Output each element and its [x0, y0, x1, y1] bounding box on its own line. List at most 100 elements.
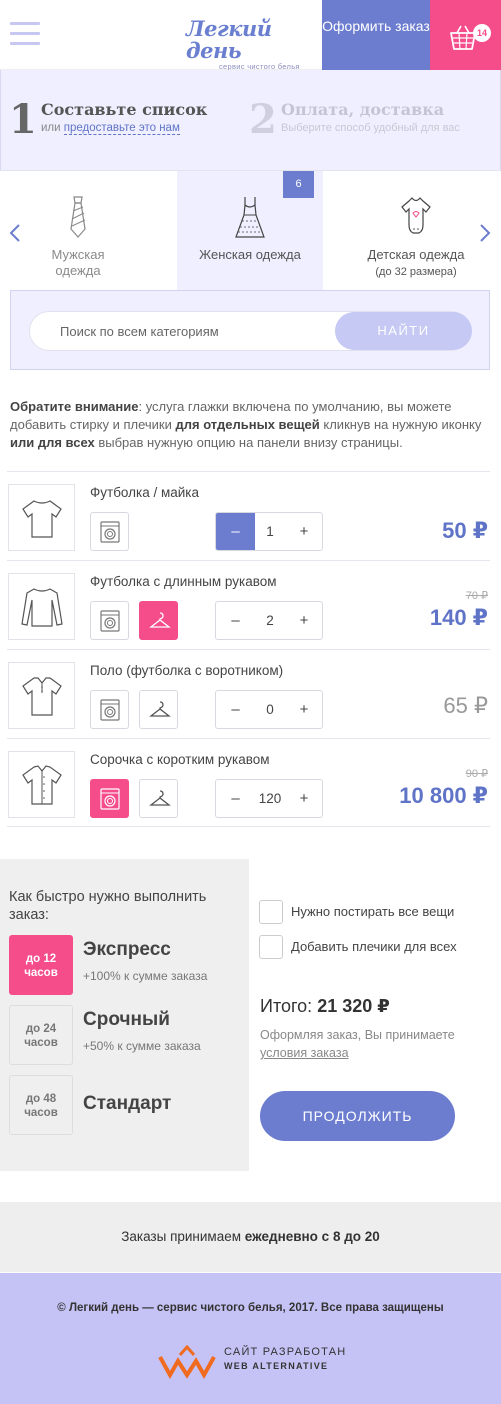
hanger-toggle[interactable] — [139, 690, 178, 729]
quantity-stepper: – 120 + — [215, 779, 323, 818]
hours-prefix: Заказы принимаем — [121, 1229, 245, 1244]
notice-bold-3: или для всех — [10, 435, 95, 450]
item-price: 65 ₽ — [443, 693, 488, 718]
urgency-urgent-box[interactable]: до 24 часов — [9, 1005, 73, 1065]
category-men-label: Мужская одежда — [51, 247, 105, 278]
urgency-title: Как быстро нужно выполнить заказ: — [9, 889, 207, 923]
increase-button[interactable]: + — [285, 780, 323, 817]
urgency-standard-unit: часов — [24, 1107, 58, 1119]
footer: © Легкий день — сервис чистого белья, 20… — [0, 1273, 501, 1404]
quantity-stepper: – 2 + — [215, 601, 323, 640]
terms-link[interactable]: условия заказа — [260, 1046, 349, 1060]
shirt-icon — [8, 751, 75, 818]
washing-machine-icon — [100, 699, 120, 721]
quantity-value[interactable]: 120 — [255, 780, 285, 817]
chevron-left-icon[interactable] — [8, 223, 22, 243]
chevron-right-icon[interactable] — [478, 223, 492, 243]
urgency-standard-name: Стандарт — [83, 1093, 172, 1114]
wash-all-checkbox[interactable] — [259, 900, 283, 924]
copyright: © Легкий день — сервис чистого белья, 20… — [57, 1302, 444, 1314]
urgency-urgent[interactable]: до 24 часов Срочный +50% к сумме заказа — [9, 1005, 244, 1065]
increase-button[interactable]: + — [285, 602, 323, 639]
hours-schedule: ежедневно с 8 до 20 — [244, 1229, 380, 1244]
header: Легкий день сервис чистого белья Оформит… — [0, 0, 501, 72]
urgency-express-box[interactable]: до 12 часов — [9, 935, 73, 995]
urgency-urgent-hours: до 24 — [25, 1023, 57, 1035]
order-steps: 1 Составьте список или предоставьте это … — [0, 70, 501, 170]
developer-credit[interactable]: САЙТ РАЗРАБОТАН WEB ALTERNATIVE — [158, 1341, 358, 1381]
washing-machine-icon — [100, 521, 120, 543]
hangers-all-option[interactable]: Добавить плечики для всех — [259, 935, 499, 959]
wash-toggle[interactable] — [90, 779, 129, 818]
wash-toggle[interactable] — [90, 601, 129, 640]
hangers-all-checkbox[interactable] — [259, 935, 283, 959]
continue-button[interactable]: ПРОДОЛЖИТЬ — [260, 1091, 455, 1141]
wash-all-label[interactable]: Нужно постирать все вещи — [291, 904, 454, 919]
wash-toggle[interactable] — [90, 512, 129, 551]
item-price: 10 800 ₽ — [399, 783, 488, 808]
quantity-value[interactable]: 2 — [255, 602, 285, 639]
step-1-title: Составьте список — [41, 100, 208, 119]
item-list: Футболка / майка – 1 + 50 ₽ Футболка с д… — [7, 471, 490, 827]
hanger-toggle[interactable] — [139, 601, 178, 640]
order-total: Итого: 21 320 ₽ — [260, 996, 390, 1017]
hanger-toggle[interactable] — [139, 779, 178, 818]
terms-note: Оформляя заказ, Вы принимаете условия за… — [260, 1026, 495, 1062]
wash-all-option[interactable]: Нужно постирать все вещи — [259, 900, 499, 924]
urgency-express-name: Экспресс — [83, 939, 171, 960]
urgency-urgent-unit: часов — [24, 1037, 58, 1049]
item-price: 50 ₽ — [442, 518, 488, 543]
urgency-express-unit: часов — [24, 967, 58, 979]
search-button[interactable]: НАЙТИ — [335, 312, 472, 350]
decrease-button[interactable]: – — [216, 780, 255, 817]
wash-toggle[interactable] — [90, 690, 129, 729]
urgency-express-desc: +100% к сумме заказа — [83, 969, 208, 983]
cart-count-badge: 14 — [473, 24, 491, 42]
increase-button[interactable]: + — [285, 513, 323, 550]
urgency-standard-box[interactable]: до 48 часов — [9, 1075, 73, 1135]
list-item: Футболка / майка – 1 + 50 ₽ — [7, 471, 490, 560]
category-men[interactable]: Мужская одежда — [28, 171, 128, 291]
decrease-button[interactable]: – — [216, 691, 255, 728]
urgency-express[interactable]: до 12 часов Экспресс +100% к сумме заказа — [9, 935, 244, 995]
hanger-icon — [149, 701, 171, 717]
developer-line-1: САЙТ РАЗРАБОТАН — [224, 1346, 347, 1358]
urgency-urgent-name: Срочный — [83, 1009, 170, 1030]
search-bar: НАЙТИ — [29, 311, 472, 351]
dress-icon — [235, 197, 265, 238]
onesie-icon — [401, 197, 431, 234]
decrease-button[interactable]: – — [216, 602, 255, 639]
increase-button[interactable]: + — [285, 691, 323, 728]
menu-icon[interactable] — [10, 22, 40, 48]
notice-bold-2: для отдельных вещей — [175, 417, 320, 432]
terms-text: Оформляя заказ, Вы принимаете — [260, 1028, 455, 1042]
quantity-value[interactable]: 0 — [255, 691, 285, 728]
category-kids[interactable]: Детская одежда (до 32 размера) — [356, 171, 476, 291]
place-order-button[interactable]: Оформить заказ — [322, 0, 430, 70]
item-name: Поло (футболка с воротником) — [90, 663, 284, 678]
delegate-list-link[interactable]: предоставьте это нам — [63, 122, 180, 135]
quantity-value[interactable]: 1 — [255, 513, 285, 550]
tie-icon — [70, 196, 86, 238]
item-name: Футболка с длинным рукавом — [90, 574, 277, 589]
list-item: Поло (футболка с воротником) – 0 + 65 ₽ — [7, 649, 490, 738]
cart-button[interactable]: 14 — [430, 0, 501, 70]
category-count-badge: 6 — [283, 171, 314, 198]
logo-title: Легкий день — [186, 16, 272, 63]
urgency-standard[interactable]: до 48 часов Стандарт — [9, 1075, 244, 1135]
urgency-express-hours: до 12 — [25, 953, 57, 965]
decrease-button[interactable]: – — [216, 513, 255, 550]
category-carousel: Мужская одежда Женская одежда Детская од… — [0, 170, 501, 291]
working-hours: Заказы принимаем ежедневно с 8 до 20 — [0, 1202, 501, 1272]
search-input[interactable] — [60, 312, 330, 350]
item-price: 140 ₽ — [429, 605, 488, 630]
step-2-title: Оплата, доставка — [281, 100, 445, 119]
step-1-subtitle: или предоставьте это нам — [41, 122, 180, 135]
category-kids-label: Детская одежда (до 32 размера) — [356, 247, 476, 280]
old-price: 70 ₽ — [465, 590, 488, 602]
ironing-notice: Обратите внимание: услуга глажки включен… — [10, 398, 495, 452]
notice-text-2: кликнув на нужную иконку — [319, 417, 482, 432]
step-1-number: 1 — [9, 96, 37, 143]
logo[interactable]: Легкий день сервис чистого белья — [186, 16, 316, 72]
hangers-all-label[interactable]: Добавить плечики для всех — [291, 939, 457, 954]
